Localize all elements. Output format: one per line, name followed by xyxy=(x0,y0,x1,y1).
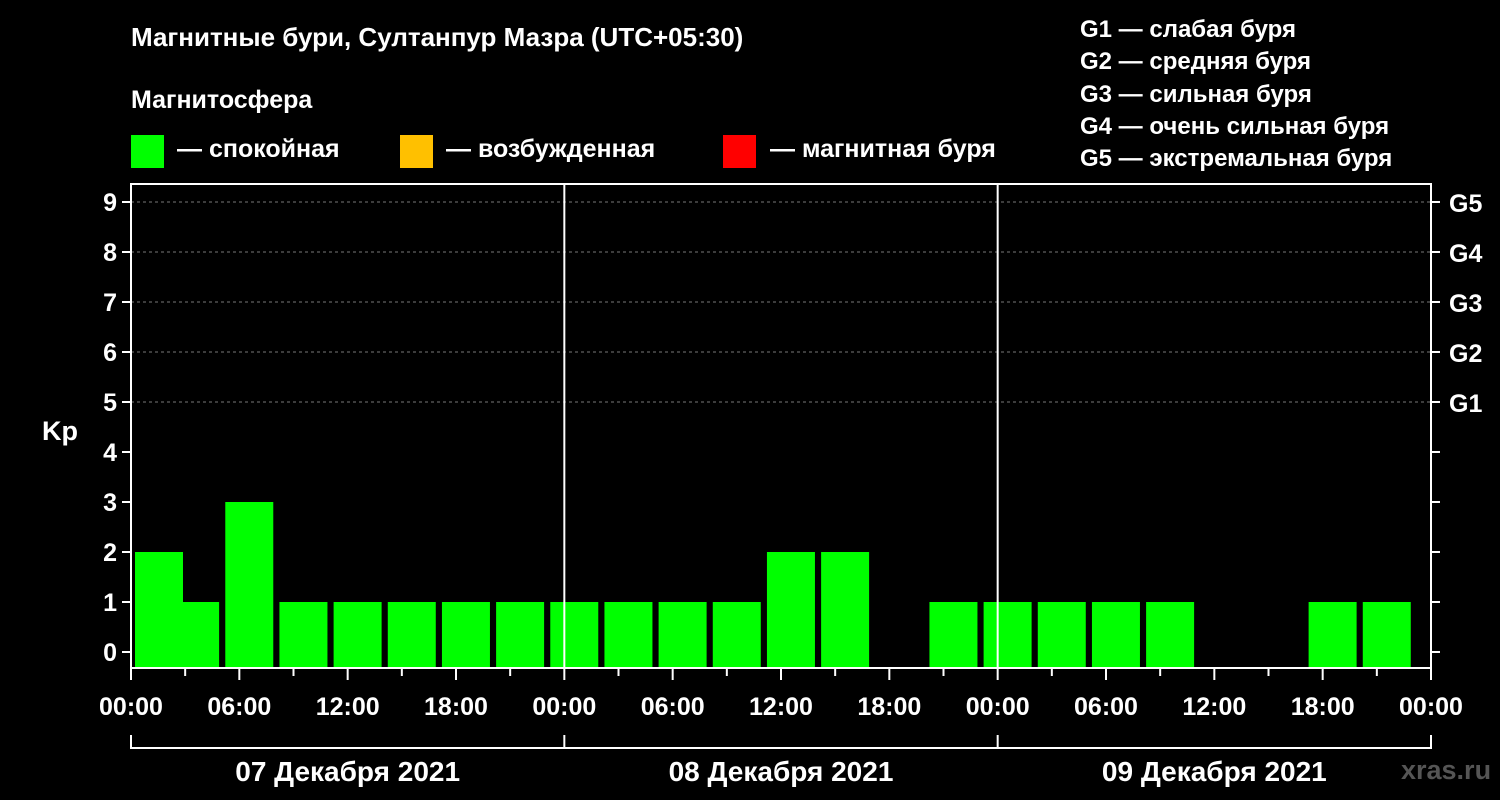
kp-bar-5 xyxy=(387,602,436,668)
kp-bar-7 xyxy=(496,602,545,668)
x-tick-label: 12:00 xyxy=(749,693,813,721)
kp-bar-3 xyxy=(279,602,328,668)
kp-bar-8 xyxy=(550,602,599,668)
kp-bar-16 xyxy=(1037,602,1086,668)
kp-bar-11 xyxy=(712,602,761,668)
x-tick-label: 12:00 xyxy=(1182,693,1246,721)
kp-bar-9 xyxy=(604,602,653,668)
kp-bar-1 xyxy=(171,602,220,668)
y-tick-label: 0 xyxy=(103,639,117,667)
y-tick-label: 8 xyxy=(103,239,117,267)
y-tick-label: 3 xyxy=(103,489,117,517)
kp-bar-4 xyxy=(333,602,382,668)
y-tick-label: 9 xyxy=(103,189,117,217)
y-tick-label: 1 xyxy=(103,589,117,617)
kp-bar-2 xyxy=(225,502,274,668)
g-axis-label: G1 xyxy=(1449,390,1482,418)
y-tick-label: 5 xyxy=(103,389,117,417)
kp-bar-17 xyxy=(1091,602,1140,668)
x-tick-label: 12:00 xyxy=(316,693,380,721)
kp-chart: 0 1 2 3 4 5 6 7 8 9 G1 G2 G3 G4 G5 Kp 00:00 06:00 12:00 18:… xyxy=(42,183,1482,787)
g-axis-label: G3 xyxy=(1449,290,1482,318)
y-tick-label: 4 xyxy=(103,439,117,467)
x-tick-label: 00:00 xyxy=(1399,693,1463,721)
y-tick-label: 6 xyxy=(103,339,117,367)
x-tick-label: 06:00 xyxy=(641,693,705,721)
x-tick-label: 00:00 xyxy=(966,693,1030,721)
kp-bar-12 xyxy=(766,552,815,668)
x-tick-label: 06:00 xyxy=(1074,693,1138,721)
y-axis-label: Kp xyxy=(42,416,78,446)
g-axis-label: G4 xyxy=(1449,240,1482,268)
kp-bar-13 xyxy=(821,552,870,668)
day-label: 07 Декабря 2021 xyxy=(235,756,460,787)
x-tick-label: 18:00 xyxy=(424,693,488,721)
kp-bar-6 xyxy=(441,602,490,668)
g-axis-label: G5 xyxy=(1449,190,1482,218)
g-axis-label: G2 xyxy=(1449,340,1482,368)
x-tick-label: 18:00 xyxy=(1291,693,1355,721)
day-label: 08 Декабря 2021 xyxy=(669,756,894,787)
x-tick-label: 18:00 xyxy=(857,693,921,721)
day-label: 09 Декабря 2021 xyxy=(1102,756,1327,787)
kp-bar-19 xyxy=(1308,602,1357,668)
x-tick-label: 00:00 xyxy=(532,693,596,721)
watermark: xras.ru xyxy=(1401,755,1492,785)
x-tick-label: 06:00 xyxy=(207,693,271,721)
kp-bar-14 xyxy=(929,602,978,668)
y-tick-label: 7 xyxy=(103,289,117,317)
kp-bar-20 xyxy=(1362,602,1411,668)
kp-bar-18 xyxy=(1146,602,1195,668)
kp-bar-10 xyxy=(658,602,707,668)
kp-bar-15 xyxy=(983,602,1032,668)
x-tick-label: 00:00 xyxy=(99,693,163,721)
y-tick-label: 2 xyxy=(103,539,117,567)
